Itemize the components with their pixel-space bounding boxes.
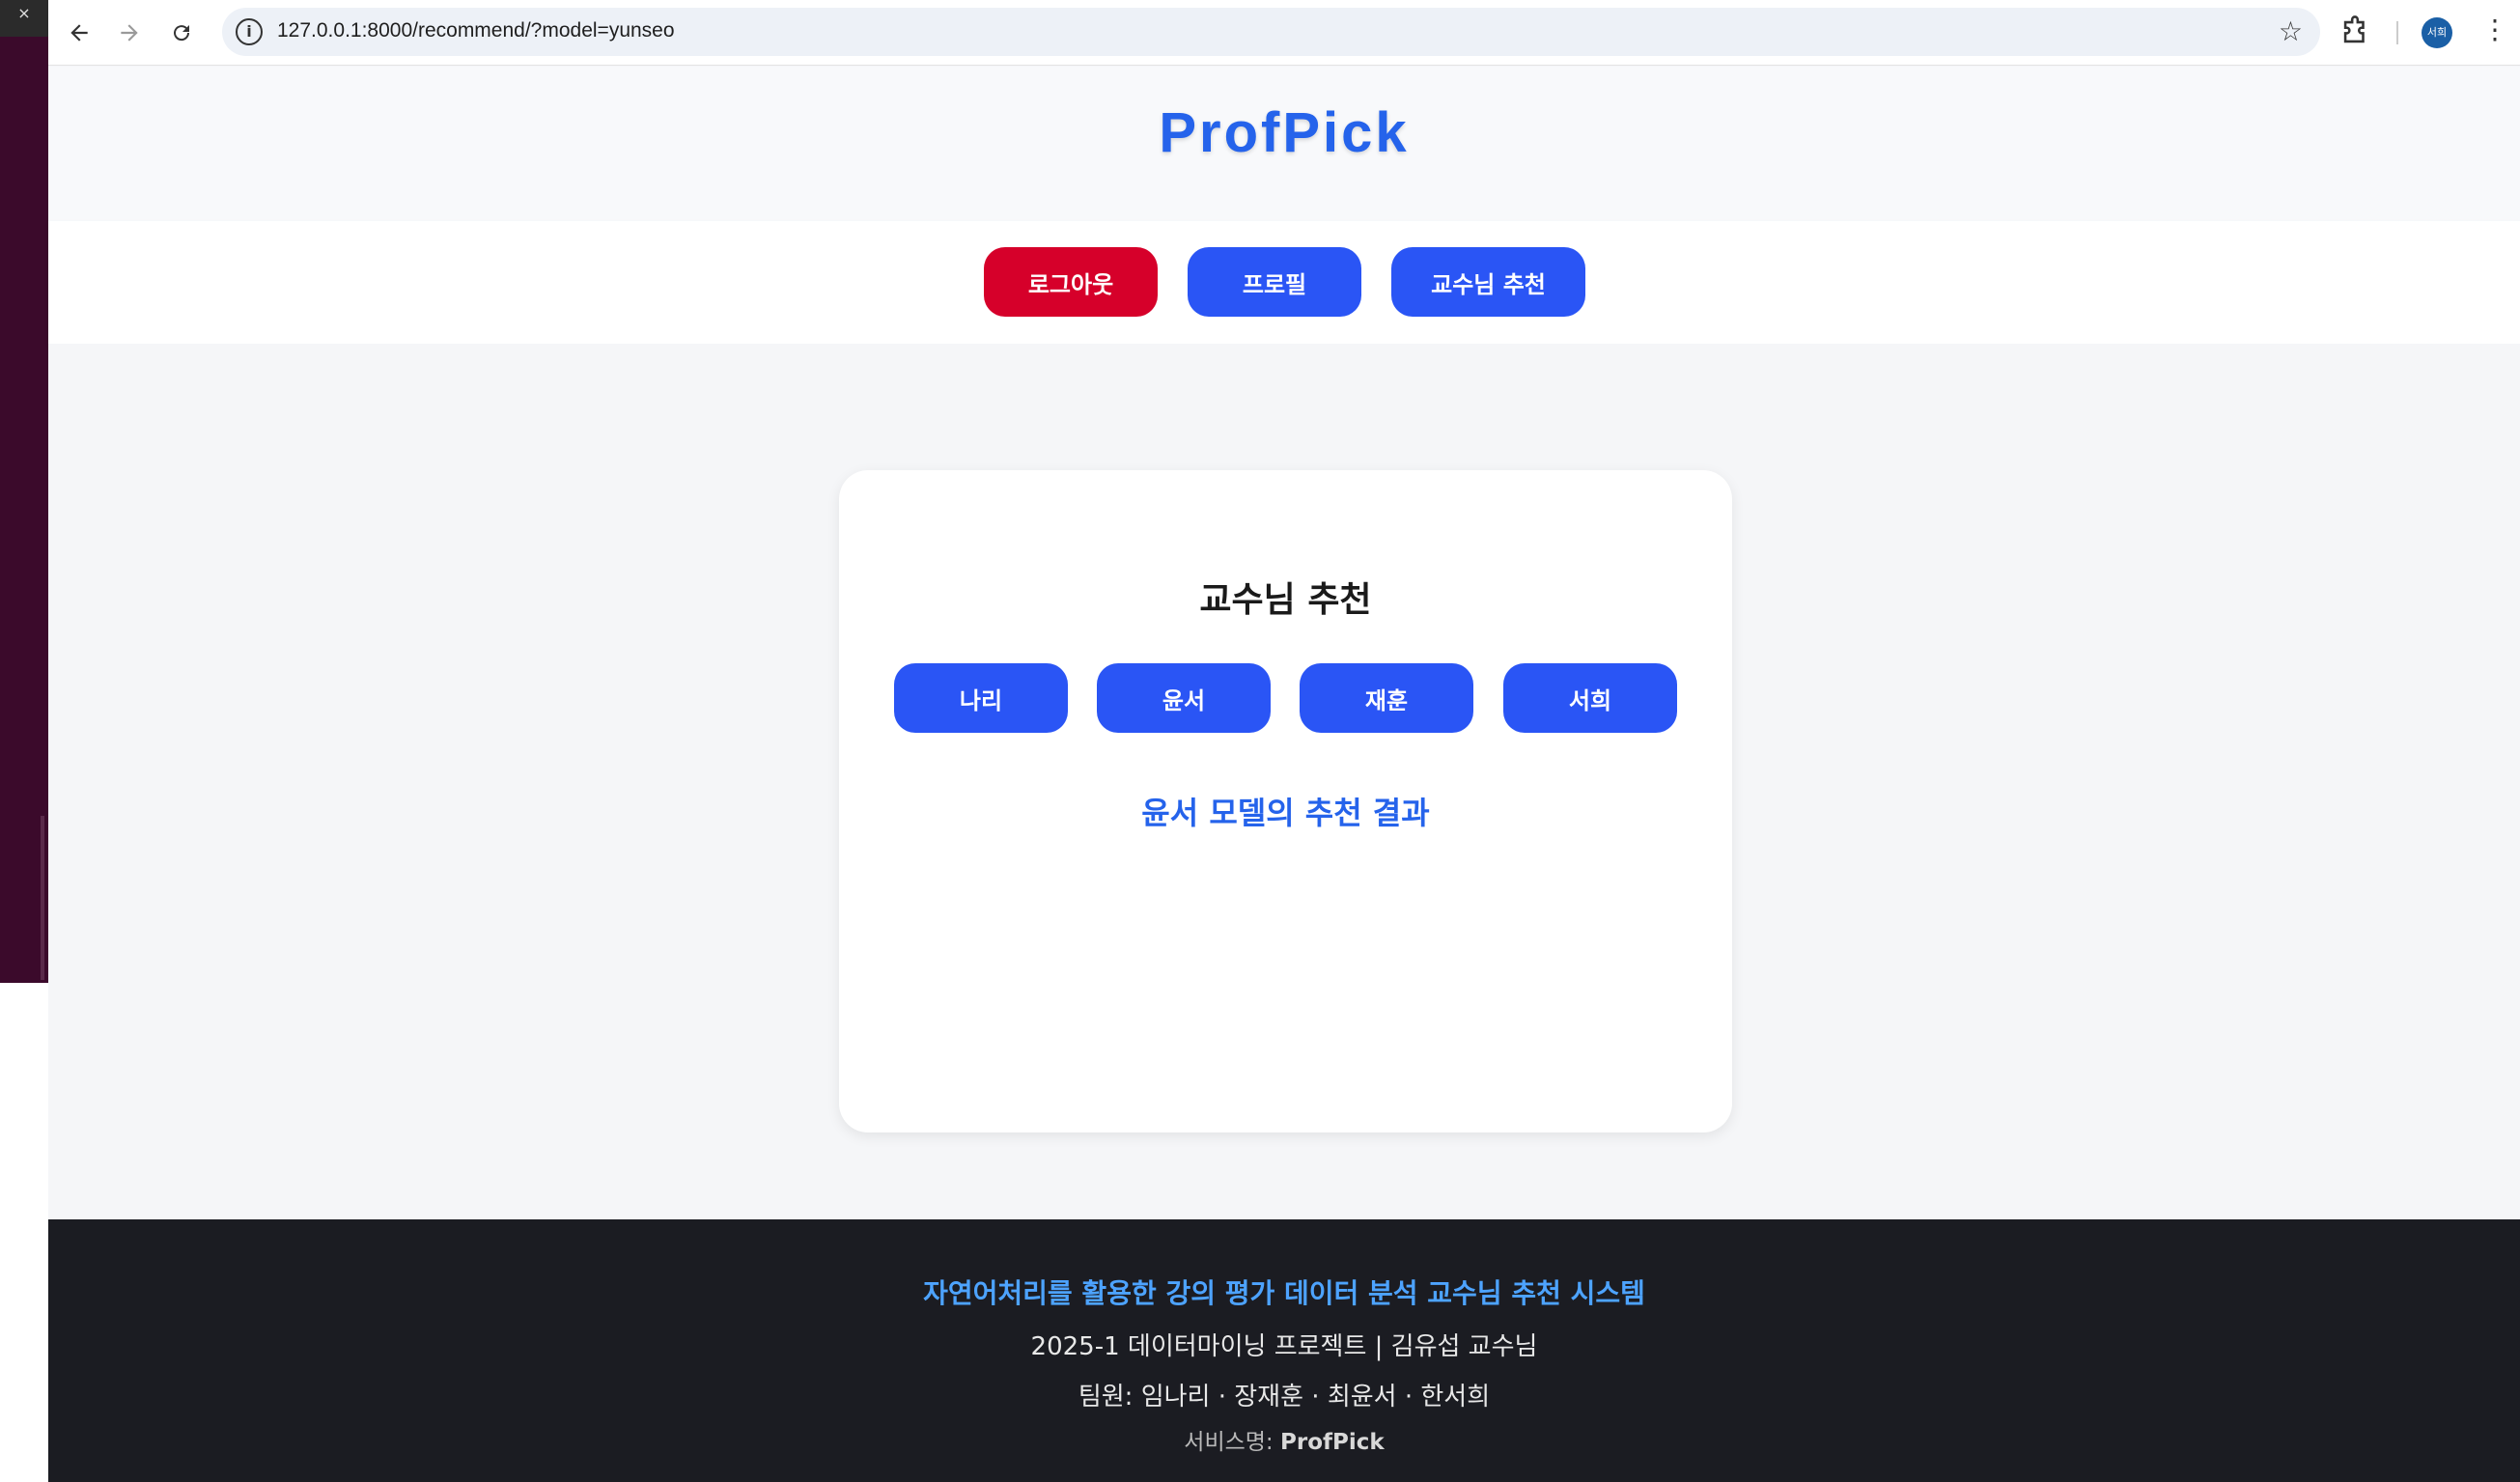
profile-avatar[interactable]: 서희 — [2422, 17, 2452, 48]
address-url[interactable]: 127.0.0.1:8000/recommend/?model=yunseo — [277, 19, 675, 42]
profile-button[interactable]: 프로필 — [1188, 247, 1361, 317]
browser-menu-icon[interactable]: ⋮ — [2481, 14, 2508, 45]
card-title: 교수님 추천 — [1199, 580, 1372, 620]
forward-arrow-icon[interactable] — [110, 14, 149, 52]
result-title: 윤서 모델의 추천 결과 — [1141, 795, 1430, 831]
desktop-side-panel: × — [0, 0, 48, 983]
page-content: ProfPick 로그아웃 프로필 교수님 추천 교수님 추천 나리 윤서 재훈… — [48, 67, 2520, 1482]
site-header: ProfPick — [48, 67, 2520, 221]
footer-project: 2025-1 데이터마이닝 프로젝트 | 김유섭 교수님 — [1030, 1332, 1538, 1361]
footer-service: 서비스명: ProfPick — [48, 1423, 2520, 1456]
reload-icon[interactable] — [162, 14, 201, 52]
site-footer: 자연어처리를 활용한 강의 평가 데이터 분석 교수님 추천 시스템 2025-… — [48, 1219, 2520, 1482]
recommend-button[interactable]: 교수님 추천 — [1391, 247, 1585, 317]
footer-service-label: 서비스명: — [1184, 1430, 1274, 1455]
extensions-puzzle-icon[interactable] — [2338, 15, 2371, 48]
close-icon[interactable]: × — [0, 0, 48, 37]
browser-toolbar: i 127.0.0.1:8000/recommend/?model=yunseo… — [48, 0, 2520, 66]
model-button-yunseo[interactable]: 윤서 — [1097, 663, 1271, 733]
footer-title: 자연어처리를 활용한 강의 평가 데이터 분석 교수님 추천 시스템 — [923, 1277, 1645, 1309]
browser-window: i 127.0.0.1:8000/recommend/?model=yunseo… — [48, 0, 2520, 1482]
side-scroll-indicator — [41, 816, 44, 980]
footer-team: 팀원: 임나리 · 장재훈 · 최윤서 · 한서희 — [1078, 1383, 1491, 1412]
logout-button[interactable]: 로그아웃 — [984, 247, 1158, 317]
address-bar[interactable]: i 127.0.0.1:8000/recommend/?model=yunseo… — [222, 8, 2320, 56]
back-arrow-icon[interactable] — [60, 14, 98, 52]
toolbar-divider — [2396, 21, 2398, 44]
site-info-icon[interactable]: i — [236, 18, 263, 45]
bookmark-star-icon[interactable]: ☆ — [2279, 15, 2303, 47]
model-button-nari[interactable]: 나리 — [894, 663, 1068, 733]
recommend-card: 교수님 추천 나리 윤서 재훈 서희 윤서 모델의 추천 결과 — [839, 470, 1732, 1132]
footer-service-name: ProfPick — [1280, 1430, 1385, 1455]
model-button-seohee[interactable]: 서희 — [1503, 663, 1677, 733]
model-button-jaehun[interactable]: 재훈 — [1300, 663, 1473, 733]
site-brand[interactable]: ProfPick — [48, 100, 2520, 165]
main-nav: 로그아웃 프로필 교수님 추천 — [48, 221, 2520, 344]
